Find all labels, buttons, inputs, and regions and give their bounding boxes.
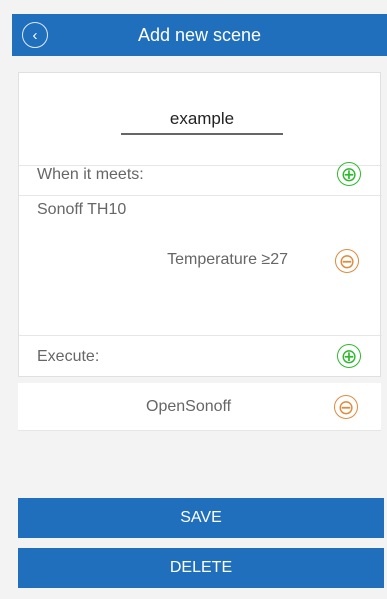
back-icon[interactable]: ‹ [22,22,48,48]
scene-name-input[interactable] [121,105,283,135]
remove-condition-button[interactable]: ⊖ [335,249,359,273]
execute-label: Execute: [37,348,100,365]
divider [19,195,382,196]
save-button[interactable]: SAVE [18,498,384,538]
action-list-item: OpenSonoff ⊖ [18,383,381,431]
add-action-button[interactable]: ⊕ [337,344,361,368]
condition-item-text: Temperature ≥27 [167,251,288,268]
execute-header: Execute: [19,337,382,377]
condition-device-name: Sonoff TH10 [37,201,127,218]
conditions-label: When it meets: [37,166,144,183]
conditions-header: When it meets: [19,155,382,195]
page-title: Add new scene [137,24,262,45]
add-condition-button[interactable]: ⊕ [337,162,361,186]
header-bar: ‹ Add new scene [12,14,387,56]
remove-action-button[interactable]: ⊖ [334,395,358,419]
scene-card: When it meets: ⊕ Sonoff TH10 Temperature… [18,72,382,377]
action-item-text: OpenSonoff [146,398,232,415]
delete-button[interactable]: DELETE [18,548,384,588]
divider [19,335,382,336]
